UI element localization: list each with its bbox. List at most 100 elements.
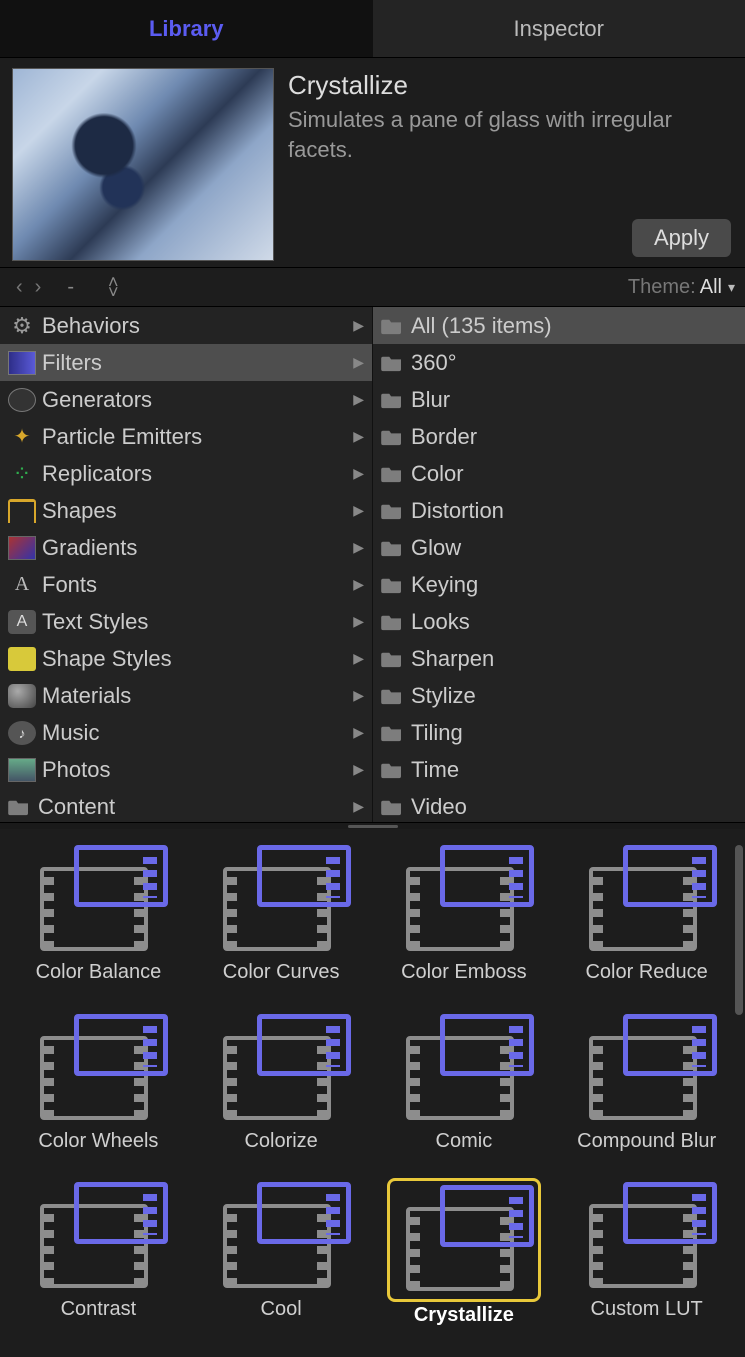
category-row-generators[interactable]: Generators▶: [0, 381, 372, 418]
grid-item-comic[interactable]: Comic: [376, 1004, 553, 1173]
subfolder-row-sharpen[interactable]: Sharpen: [373, 640, 745, 677]
subfolder-row-360-[interactable]: 360°: [373, 344, 745, 381]
category-row-text-styles[interactable]: Text Styles▶: [0, 603, 372, 640]
category-row-behaviors[interactable]: Behaviors▶: [0, 307, 372, 344]
grid-item-color-curves[interactable]: Color Curves: [193, 835, 370, 1004]
filter-thumbnail: [24, 1178, 172, 1296]
category-row-gradients[interactable]: Gradients▶: [0, 529, 372, 566]
subfolder-row-all-135-items-[interactable]: All (135 items): [373, 307, 745, 344]
subfolder-label: Color: [411, 461, 464, 487]
grid-item-color-balance[interactable]: Color Balance: [10, 835, 187, 1004]
subfolder-row-blur[interactable]: Blur: [373, 381, 745, 418]
chevron-down-icon[interactable]: ▾: [722, 279, 735, 296]
category-label: Particle Emitters: [42, 424, 202, 450]
filter-thumbnail: [207, 841, 355, 959]
filter-thumbnail: [573, 1010, 721, 1128]
theme-value[interactable]: All: [696, 276, 722, 299]
item-grid: Color Balance Color Curves Color Emboss Col…: [0, 829, 745, 1357]
folder-icon: [381, 650, 405, 668]
subfolder-row-color[interactable]: Color: [373, 455, 745, 492]
grid-item-color-reduce[interactable]: Color Reduce: [558, 835, 735, 1004]
category-label: Behaviors: [42, 313, 140, 339]
grid-item-contrast[interactable]: Contrast: [10, 1172, 187, 1347]
nav-forward-icon[interactable]: ›: [29, 276, 48, 299]
subfolder-row-glow[interactable]: Glow: [373, 529, 745, 566]
grid-item-label: Compound Blur: [577, 1130, 716, 1153]
category-row-replicators[interactable]: Replicators ▶: [0, 455, 372, 492]
subfolder-row-video[interactable]: Video: [373, 788, 745, 822]
music-icon: [8, 721, 36, 745]
subfolder-label: Sharpen: [411, 646, 494, 672]
category-label: Content: [38, 794, 115, 820]
category-label: Shapes: [42, 498, 117, 524]
folder-icon: [381, 354, 405, 372]
category-row-shape-styles[interactable]: Shape Styles▶: [0, 640, 372, 677]
theme-label: Theme:: [628, 276, 696, 299]
grid-item-label: Color Emboss: [401, 961, 527, 984]
grid-item-compound-blur[interactable]: Compound Blur: [558, 1004, 735, 1173]
stepper-icon[interactable]: ˄˅: [102, 277, 119, 297]
chevron-right-icon: ▶: [353, 465, 364, 482]
category-row-particle-emitters[interactable]: Particle Emitters▶: [0, 418, 372, 455]
grid-item-color-emboss[interactable]: Color Emboss: [376, 835, 553, 1004]
subfolder-row-border[interactable]: Border: [373, 418, 745, 455]
chevron-right-icon: ▶: [353, 687, 364, 704]
category-label: Filters: [42, 350, 102, 376]
grid-item-label: Color Curves: [223, 961, 340, 984]
tab-inspector[interactable]: Inspector: [373, 0, 745, 57]
filters-icon: [8, 351, 36, 375]
category-label: Fonts: [42, 572, 97, 598]
scrollbar-thumb[interactable]: [735, 845, 743, 1015]
grid-item-label: Colorize: [244, 1130, 317, 1153]
subfolder-label: Stylize: [411, 683, 476, 709]
subfolder-row-time[interactable]: Time: [373, 751, 745, 788]
category-row-filters[interactable]: Filters▶: [0, 344, 372, 381]
subfolder-row-distortion[interactable]: Distortion: [373, 492, 745, 529]
grid-item-cool[interactable]: Cool: [193, 1172, 370, 1347]
path-toolbar: ‹ › - ˄˅ Theme: All ▾: [0, 267, 745, 307]
folder-icon: [381, 465, 405, 483]
folder-icon: [381, 687, 405, 705]
subfolder-row-keying[interactable]: Keying: [373, 566, 745, 603]
grid-item-colorize[interactable]: Colorize: [193, 1004, 370, 1173]
grid-item-crystallize[interactable]: Crystallize: [376, 1172, 553, 1347]
preview-panel: Crystallize Simulates a pane of glass wi…: [0, 58, 745, 267]
preview-thumbnail: [12, 68, 274, 261]
category-row-materials[interactable]: Materials ▶: [0, 677, 372, 714]
folder-icon: [381, 613, 405, 631]
chevron-right-icon: ▶: [353, 502, 364, 519]
chevron-right-icon: ▶: [353, 798, 364, 815]
category-row-fonts[interactable]: Fonts▶: [0, 566, 372, 603]
subfolder-label: Looks: [411, 609, 470, 635]
subfolder-column: All (135 items)360° Blur Border Color Distor…: [372, 307, 745, 822]
category-row-music[interactable]: Music▶: [0, 714, 372, 751]
filter-thumbnail: [207, 1010, 355, 1128]
grid-item-label: Color Wheels: [38, 1130, 158, 1153]
apply-button[interactable]: Apply: [632, 219, 731, 257]
grid-item-custom-lut[interactable]: Custom LUT: [558, 1172, 735, 1347]
textstyles-icon: [8, 610, 36, 634]
folder-icon: [381, 576, 405, 594]
folder-icon: [381, 798, 405, 816]
nav-back-icon[interactable]: ‹: [10, 276, 29, 299]
shapestyles-icon: [8, 647, 36, 671]
category-row-shapes[interactable]: Shapes ▶: [0, 492, 372, 529]
content-icon: [8, 798, 32, 816]
category-row-photos[interactable]: Photos▶: [0, 751, 372, 788]
filter-thumbnail: [573, 841, 721, 959]
replicator-icon: [8, 462, 36, 486]
category-row-content[interactable]: Content ▶: [0, 788, 372, 822]
folder-icon: [381, 391, 405, 409]
subfolder-row-stylize[interactable]: Stylize: [373, 677, 745, 714]
tab-library[interactable]: Library: [0, 0, 373, 57]
subfolder-label: Tiling: [411, 720, 463, 746]
category-label: Replicators: [42, 461, 152, 487]
category-column: Behaviors▶Filters▶Generators▶Particle Em…: [0, 307, 372, 822]
grid-item-label: Contrast: [61, 1298, 137, 1321]
category-label: Materials: [42, 683, 131, 709]
subfolder-row-looks[interactable]: Looks: [373, 603, 745, 640]
subfolder-label: Blur: [411, 387, 450, 413]
subfolder-row-tiling[interactable]: Tiling: [373, 714, 745, 751]
shapes-icon: [8, 499, 36, 523]
grid-item-color-wheels[interactable]: Color Wheels: [10, 1004, 187, 1173]
